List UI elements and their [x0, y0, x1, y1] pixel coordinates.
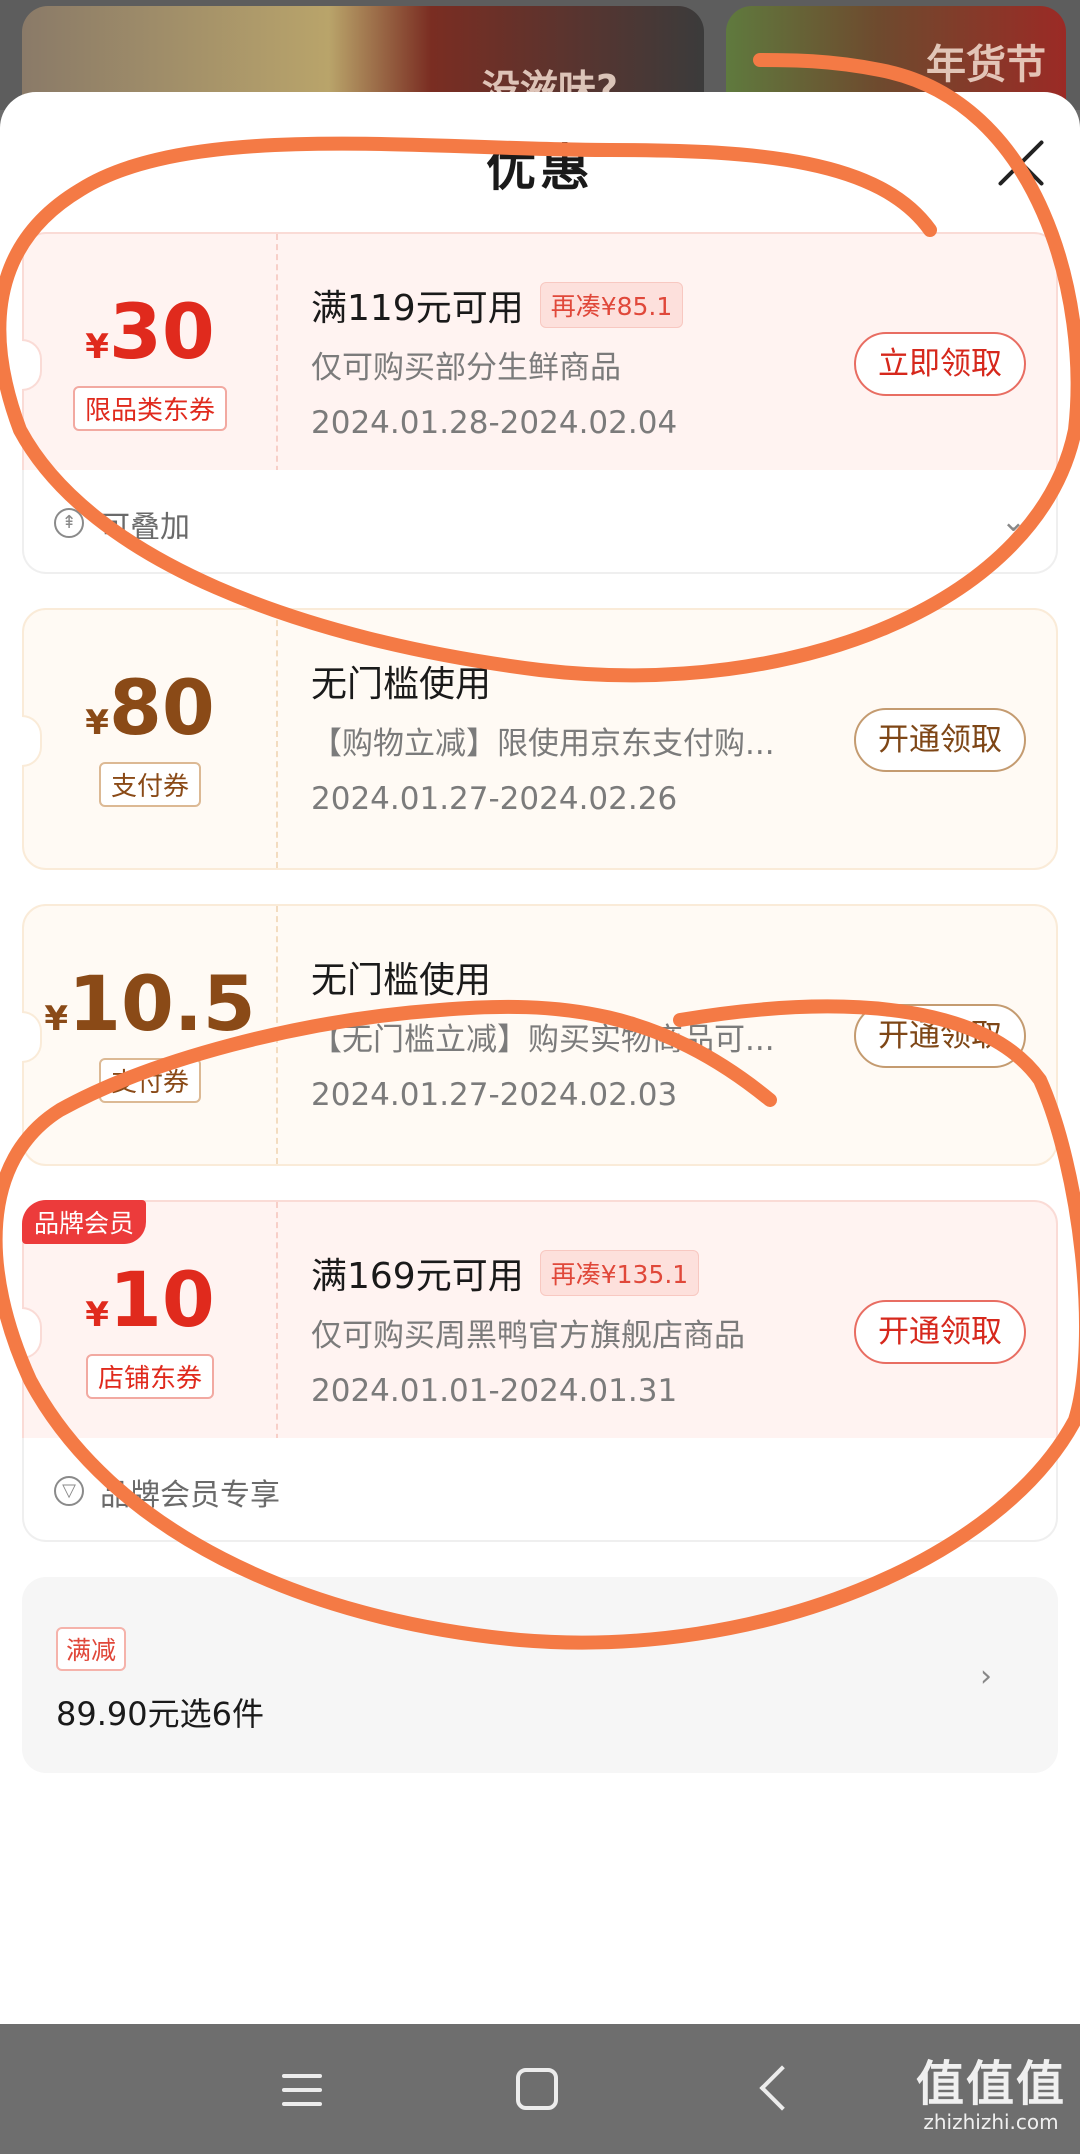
stack-icon: ⇞	[54, 508, 84, 538]
chevron-right-icon[interactable]: ›	[980, 1659, 992, 1694]
back-icon[interactable]	[746, 2062, 802, 2118]
claim-button[interactable]: 开通领取	[854, 1004, 1026, 1068]
coupon-amount: ¥80	[85, 663, 215, 752]
coupon-date-range: 2024.01.01-2024.01.31	[311, 1373, 678, 1409]
watermark: 值值值 zhizhizhi.com	[915, 2056, 1066, 2134]
brand-member-badge: 品牌会员	[22, 1200, 147, 1244]
coupon-extra-pill: 再凑¥135.1	[539, 1250, 700, 1296]
coupon-sheet: 优惠 ¥30 限品类东券 满119元可用 再凑¥85.1 仅可购买部分生鲜商品 …	[0, 92, 1080, 2024]
coupon-description: 仅可购买部分生鲜商品	[311, 350, 621, 386]
coupon-body: ¥80 支付券 无门槛使用 【购物立减】限使用京东支付购... 2024.01.…	[22, 608, 1058, 870]
promotion-tag: 满减	[56, 1627, 127, 1671]
system-nav-bar: 值值值 zhizhizhi.com	[0, 2024, 1080, 2154]
coupon-date-range: 2024.01.27-2024.02.03	[311, 1077, 678, 1113]
coupon-description: 【购物立减】限使用京东支付购...	[311, 726, 775, 762]
coupon-footer-label: 品牌会员专享	[100, 1478, 280, 1513]
coupon-card: 品牌会员 ¥10 店铺东券 满169元可用 再凑¥135.1 仅可购买周黑鸭官方…	[22, 1200, 1058, 1542]
promotion-row[interactable]: 满减 89.90元选6件 ›	[22, 1577, 1058, 1773]
coupon-footer-label: 可叠加	[100, 510, 190, 545]
coupon-condition: 满119元可用	[311, 288, 524, 329]
coupon-amount: ¥10.5	[44, 959, 256, 1048]
coupon-amount: ¥30	[85, 287, 215, 376]
coupon-condition: 满169元可用	[311, 1256, 524, 1297]
coupon-amount: ¥10	[85, 1255, 215, 1344]
coupon-type-tag: 限品类东券	[72, 386, 227, 431]
chevron-down-icon[interactable]: ⌄	[1001, 504, 1026, 539]
coupon-condition: 无门槛使用	[311, 664, 492, 705]
claim-button[interactable]: 开通领取	[854, 1300, 1026, 1364]
coupon-footer[interactable]: ⇞ 可叠加 ⌄	[22, 470, 1058, 574]
coupon-date-range: 2024.01.27-2024.02.26	[311, 781, 678, 817]
coupon-date-range: 2024.01.28-2024.02.04	[311, 405, 678, 441]
sheet-title: 优惠	[486, 139, 594, 197]
coupon-condition: 无门槛使用	[311, 960, 492, 1001]
coupon-type-tag: 店铺东券	[85, 1354, 214, 1399]
coupon-card: ¥30 限品类东券 满119元可用 再凑¥85.1 仅可购买部分生鲜商品 202…	[22, 232, 1058, 574]
coupon-card: ¥10.5 支付券 无门槛使用 【无门槛立减】购买实物商品可... 2024.0…	[22, 904, 1058, 1166]
menu-icon[interactable]	[274, 2062, 330, 2118]
member-icon: ▽	[54, 1476, 84, 1506]
coupon-footer[interactable]: ▽ 品牌会员专享 ⌄	[22, 1438, 1058, 1542]
close-icon[interactable]	[996, 138, 1046, 188]
coupon-body: ¥10.5 支付券 无门槛使用 【无门槛立减】购买实物商品可... 2024.0…	[22, 904, 1058, 1166]
promotion-text: 89.90元选6件	[56, 1695, 264, 1733]
coupon-description: 仅可购买周黑鸭官方旗舰店商品	[311, 1318, 745, 1354]
coupon-extra-pill: 再凑¥85.1	[539, 282, 684, 328]
coupon-type-tag: 支付券	[98, 762, 201, 807]
chevron-down-icon[interactable]: ⌄	[1001, 1472, 1026, 1507]
coupon-body: ¥30 限品类东券 满119元可用 再凑¥85.1 仅可购买部分生鲜商品 202…	[22, 232, 1058, 494]
claim-button[interactable]: 开通领取	[854, 708, 1026, 772]
background-banner-text: 年货节	[926, 42, 1046, 88]
coupon-body: 品牌会员 ¥10 店铺东券 满169元可用 再凑¥135.1 仅可购买周黑鸭官方…	[22, 1200, 1058, 1462]
coupon-description: 【无门槛立减】购买实物商品可...	[311, 1022, 775, 1058]
home-icon[interactable]	[516, 2068, 558, 2110]
claim-button[interactable]: 立即领取	[854, 332, 1026, 396]
coupon-card: ¥80 支付券 无门槛使用 【购物立减】限使用京东支付购... 2024.01.…	[22, 608, 1058, 870]
coupon-type-tag: 支付券	[98, 1058, 201, 1103]
